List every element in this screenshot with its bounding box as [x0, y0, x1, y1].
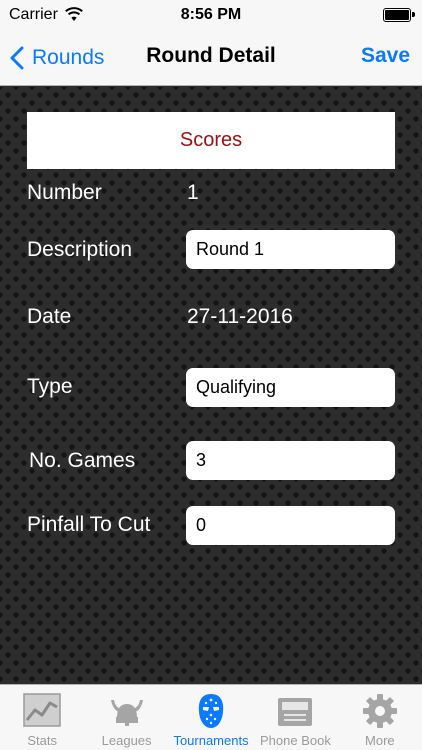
date-label: Date	[27, 305, 72, 328]
round-detail-form: Scores Number 1 Description Date 27-11-2…	[0, 87, 422, 684]
tab-more[interactable]: More	[338, 685, 422, 750]
status-bar: Carrier 8:56 PM	[0, 0, 422, 30]
pinfall-field[interactable]	[186, 506, 395, 545]
navigation-bar: Rounds Round Detail Save	[0, 30, 422, 86]
tab-leagues-label: Leagues	[101, 733, 152, 748]
battery-icon	[383, 8, 415, 22]
date-value[interactable]: 27-11-2016	[187, 305, 293, 329]
gear-icon	[362, 694, 397, 728]
games-field[interactable]	[186, 441, 395, 480]
tab-phone-book-label: Phone Book	[260, 733, 331, 748]
games-label: No. Games	[29, 449, 136, 472]
phone-book-icon	[278, 698, 313, 726]
type-label: Type	[27, 375, 73, 398]
viking-helmet-icon	[110, 700, 143, 726]
tab-stats[interactable]: Stats	[0, 685, 84, 750]
tab-phone-book[interactable]: Phone Book	[253, 685, 337, 750]
status-time: 8:56 PM	[180, 6, 242, 23]
back-button[interactable]: Rounds	[10, 43, 104, 73]
type-field[interactable]	[186, 368, 395, 407]
tab-more-label: More	[365, 733, 395, 748]
tab-tournaments-label: Tournaments	[173, 733, 249, 748]
number-value: 1	[187, 181, 199, 204]
tab-tournaments[interactable]: Tournaments	[169, 685, 253, 750]
number-label: Number	[27, 181, 102, 204]
tab-leagues[interactable]: Leagues	[84, 685, 168, 750]
description-label: Description	[27, 238, 133, 261]
save-button[interactable]: Save	[361, 44, 410, 68]
pinfall-label: Pinfall To Cut	[27, 513, 151, 536]
scores-button[interactable]: Scores	[27, 112, 395, 169]
stats-chart-icon	[23, 693, 61, 727]
back-button-label: Rounds	[32, 46, 105, 69]
chevron-left-icon	[10, 46, 24, 70]
tab-stats-label: Stats	[27, 733, 58, 748]
description-field[interactable]	[186, 230, 395, 269]
tab-bar: Stats Leagues Tournaments Phone Book Mor…	[0, 684, 422, 750]
hockey-mask-icon	[198, 694, 224, 728]
